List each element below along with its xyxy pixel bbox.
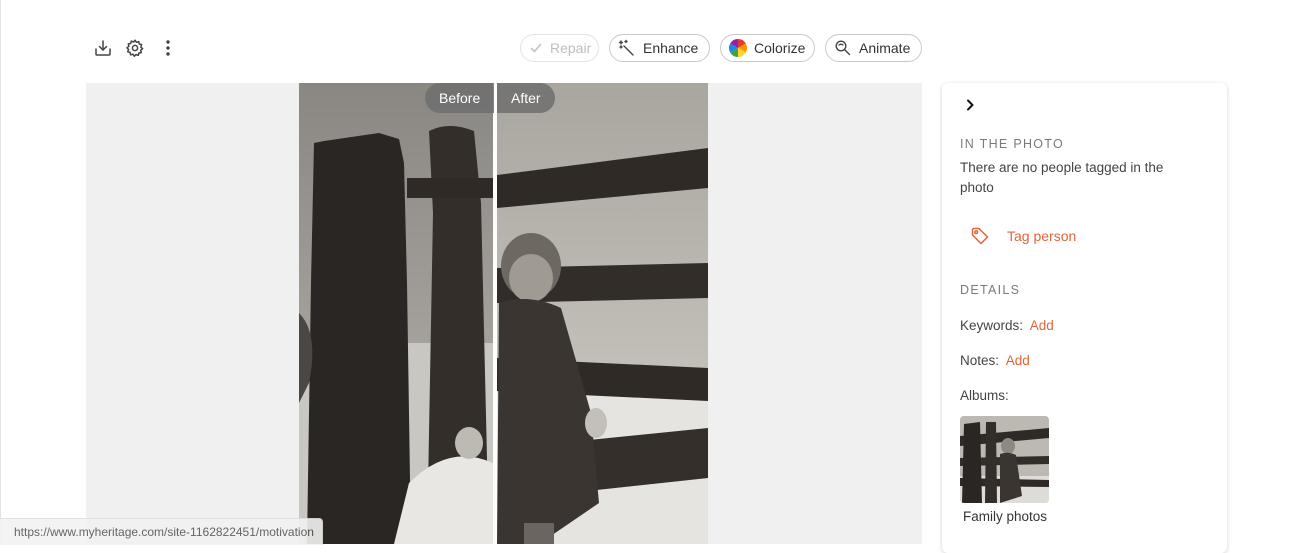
tag-person-button[interactable]: Tag person <box>970 226 1076 246</box>
after-label[interactable]: After <box>497 83 555 113</box>
before-after-slider-handle[interactable] <box>493 83 497 544</box>
tag-icon <box>971 227 989 245</box>
animate-search-icon <box>834 39 852 57</box>
repair-button[interactable]: Repair <box>520 34 599 62</box>
colorize-label: Colorize <box>754 40 806 56</box>
photo-image <box>299 83 708 544</box>
more-vertical-icon[interactable] <box>156 36 180 60</box>
notes-row: Notes: Add <box>960 351 1030 371</box>
check-icon <box>529 39 543 57</box>
settings-icon[interactable] <box>123 36 147 60</box>
keywords-label: Keywords: <box>960 318 1024 333</box>
tag-person-label: Tag person <box>1007 228 1077 244</box>
chevron-right-icon[interactable] <box>960 95 980 115</box>
album-name: Family photos <box>963 509 1048 524</box>
photo-viewer: Before After <box>86 83 922 544</box>
download-icon[interactable] <box>91 36 115 60</box>
window-left-border <box>0 0 1 544</box>
notes-add-link[interactable]: Add <box>1006 353 1030 368</box>
info-panel: IN THE PHOTO There are no people tagged … <box>942 83 1227 553</box>
no-people-text: There are no people tagged in the photo <box>960 160 1164 195</box>
in-the-photo-title: IN THE PHOTO <box>960 137 1065 151</box>
colorize-button[interactable]: Colorize <box>720 34 815 62</box>
enhance-button[interactable]: Enhance <box>609 34 710 62</box>
album-thumbnail[interactable] <box>960 416 1049 503</box>
magic-wand-icon <box>618 39 636 57</box>
keywords-add-link[interactable]: Add <box>1030 318 1054 333</box>
enhance-label: Enhance <box>643 40 699 56</box>
status-bar-url: https://www.myheritage.com/site-11628224… <box>0 518 323 545</box>
keywords-row: Keywords: Add <box>960 316 1054 336</box>
notes-label: Notes: <box>960 353 1000 368</box>
before-label[interactable]: Before <box>425 83 495 113</box>
color-wheel-icon <box>729 39 747 57</box>
albums-label: Albums: <box>960 388 1009 403</box>
animate-button[interactable]: Animate <box>825 34 922 62</box>
repair-label: Repair <box>550 40 592 56</box>
details-title: DETAILS <box>960 283 1021 297</box>
animate-label: Animate <box>859 40 911 56</box>
